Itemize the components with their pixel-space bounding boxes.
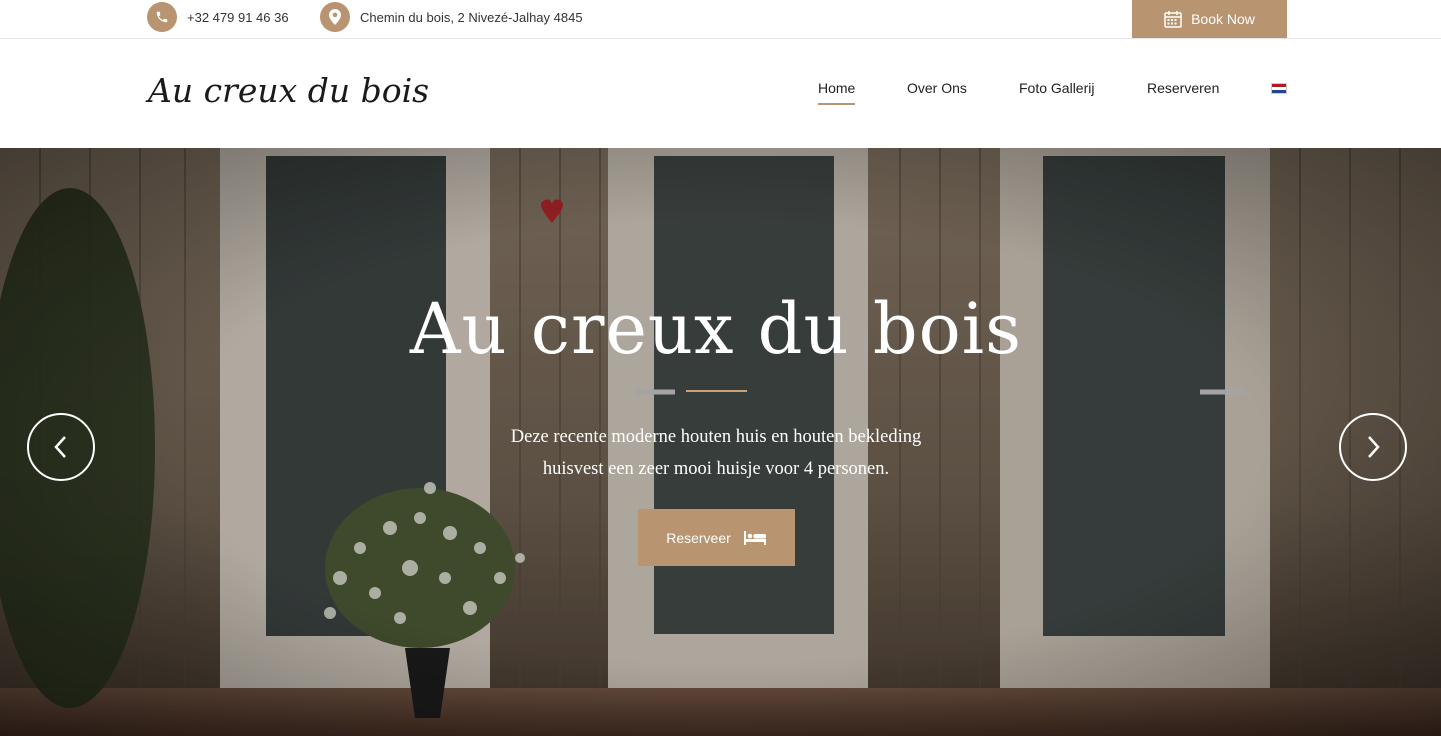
calendar-icon xyxy=(1164,11,1182,28)
nav-home[interactable]: Home xyxy=(818,80,856,105)
hero-description-line-2: huisvest een zeer mooi huisje voor 4 per… xyxy=(542,459,890,479)
hero-divider xyxy=(686,390,747,392)
site-logo[interactable]: Au creux du bois xyxy=(148,71,429,110)
slider-prev-button[interactable] xyxy=(27,413,95,481)
book-now-button[interactable]: Book Now xyxy=(1132,0,1287,38)
hero-description-line-1: Deze recente moderne houten huis en hout… xyxy=(510,427,922,447)
top-bar: +32 479 91 46 36 Chemin du bois, 2 Nivez… xyxy=(0,0,1441,39)
phone-icon xyxy=(147,2,177,32)
nav-over-ons[interactable]: Over Ons xyxy=(907,80,967,96)
map-pin-icon xyxy=(320,2,350,32)
chevron-right-icon xyxy=(1368,436,1380,458)
main-header: Au creux du bois Home Over Ons Foto Gall… xyxy=(0,39,1441,148)
reserveer-button[interactable]: Reserveer xyxy=(638,509,795,566)
hero-title: Au creux du bois xyxy=(409,288,1023,370)
phone-contact[interactable]: +32 479 91 46 36 xyxy=(147,2,289,32)
dutch-flag-icon[interactable] xyxy=(1271,83,1287,94)
nav-reserveren[interactable]: Reserveren xyxy=(1147,80,1219,96)
hero-slider: Au creux du bois Deze recente moderne ho… xyxy=(0,148,1441,736)
bed-icon xyxy=(743,530,766,545)
address-contact: Chemin du bois, 2 Nivezé-Jalhay 4845 xyxy=(320,2,583,32)
reserveer-label: Reserveer xyxy=(666,529,731,546)
slider-next-button[interactable] xyxy=(1339,413,1407,481)
hero-description: Deze recente moderne houten huis en hout… xyxy=(466,421,966,485)
nav-foto-gallerij[interactable]: Foto Gallerij xyxy=(1019,80,1094,96)
chevron-left-icon xyxy=(54,436,66,458)
phone-number[interactable]: +32 479 91 46 36 xyxy=(187,10,289,25)
book-now-label: Book Now xyxy=(1191,11,1255,27)
address-text: Chemin du bois, 2 Nivezé-Jalhay 4845 xyxy=(360,9,583,25)
